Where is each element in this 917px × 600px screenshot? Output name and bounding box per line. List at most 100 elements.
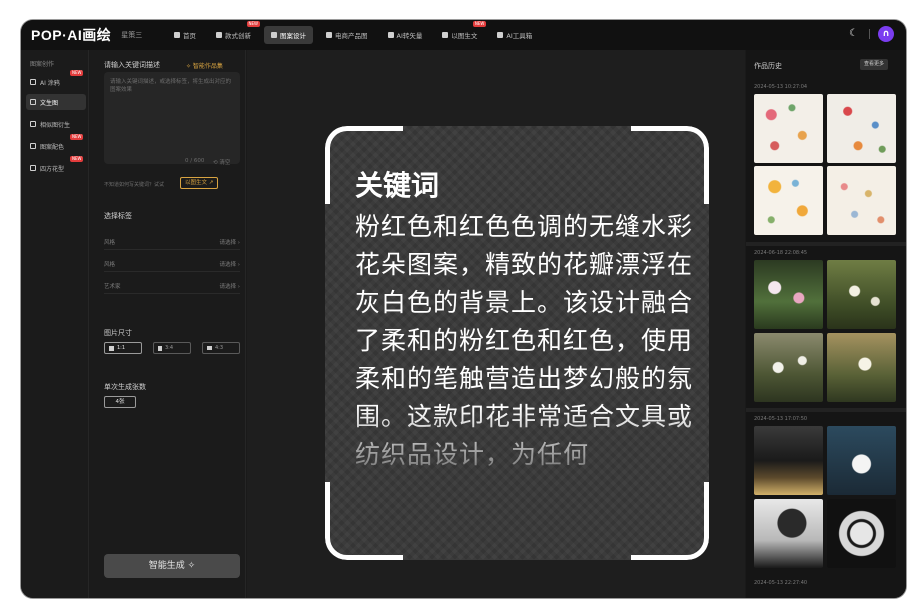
history-date: 2024-05-13 17:07:50 [754, 416, 808, 422]
group-divider [746, 408, 906, 412]
tag-row-value: 请选择 › [219, 283, 240, 290]
tag-row-value: 请选择 › [219, 261, 240, 268]
top-navigation-bar: POP·AI画绘 星策三 首页 款式创新 NEW 图案设计 电商产品图 AI转矢… [21, 20, 906, 50]
size-option-3-4[interactable]: 3:4 [153, 342, 191, 354]
headset-icon: ∩ [882, 29, 890, 39]
new-badge: NEW [246, 21, 260, 27]
size-option-1-1[interactable]: 1:1 [104, 342, 142, 354]
history-thumbnail[interactable] [754, 94, 823, 163]
image-to-text-button[interactable]: 以图生文 ↗ [180, 177, 219, 189]
history-thumbnail[interactable] [754, 260, 823, 329]
new-badge: NEW [70, 70, 84, 76]
grid-icon [30, 165, 36, 171]
app-window: POP·AI画绘 星策三 首页 款式创新 NEW 图案设计 电商产品图 AI转矢… [21, 20, 906, 598]
nav-item-home[interactable]: 首页 [167, 26, 203, 44]
nav-item-pattern-design[interactable]: 图案设计 [264, 26, 313, 44]
nav-item-toolbox[interactable]: AI工具箱 [490, 26, 539, 44]
avatar[interactable]: ∩ [878, 26, 894, 42]
history-thumbnail[interactable] [827, 333, 896, 402]
square-icon [109, 345, 114, 351]
toolbox-icon [497, 32, 504, 38]
prompt-hint: 不知道如何写关键词？试试 [104, 182, 165, 188]
image-icon [442, 32, 449, 38]
sidebar-item-label: 相似图衍生 [40, 121, 71, 129]
history-thumbnail[interactable] [827, 260, 896, 329]
history-panel: 作品历史 查看更多 2024-05-13 10:27:04 2024-06-18… [746, 50, 906, 598]
top-right-actions: ☾ ∩ [849, 26, 894, 42]
generate-button[interactable]: 智能生成 ✧ [104, 554, 240, 578]
landscape-icon [207, 346, 212, 350]
nav-item-image-to-text[interactable]: 以图生文 NEW [435, 21, 487, 44]
logo[interactable]: POP·AI画绘 [31, 25, 111, 45]
sidebar-item-label: 四方花型 [40, 165, 65, 173]
history-thumbnail[interactable] [827, 426, 896, 495]
tags-label: 选择标签 [104, 212, 132, 220]
history-thumbnail[interactable] [754, 426, 823, 495]
sidebar-item-square-pattern[interactable]: 四方花型 NEW [26, 156, 86, 176]
bag-icon [326, 32, 332, 38]
portrait-icon [158, 345, 162, 351]
tag-row-style[interactable]: 风格 请选择 › [104, 234, 240, 250]
clear-button[interactable]: ⟲ 清空 [213, 158, 230, 166]
history-thumbnail[interactable] [827, 166, 896, 235]
keyword-text: 粉红色和红色色调的无缝水彩花朵图案，精致的花瓣漂浮在灰白色的背景上。该设计融合了… [355, 212, 694, 469]
sidebar-item-label: 文生图 [40, 99, 59, 107]
palette-icon [30, 143, 36, 149]
history-date: 2024-06-18 22:08:45 [754, 250, 808, 256]
keyword-card: 关键词 粉红色和红色色调的无缝水彩花朵图案，精致的花瓣漂浮在灰白色的背景上。该设… [325, 126, 709, 560]
history-thumbnail[interactable] [827, 499, 896, 568]
sparkle-icon [30, 79, 36, 85]
nav-label: 首页 [183, 32, 196, 40]
nav-label: AI转矢量 [396, 32, 423, 40]
pattern-icon [271, 32, 277, 38]
nav-item-ecommerce[interactable]: 电商产品图 [319, 26, 375, 44]
count-label: 单次生成张数 [104, 383, 146, 391]
tag-row-artist[interactable]: 艺术家 请选择 › [104, 278, 240, 294]
shirt-icon [216, 32, 222, 38]
size-option-label: 1:1 [117, 345, 126, 351]
nav-label: 电商产品图 [335, 32, 368, 40]
prompt-input[interactable]: 请输入关键词描述，或选择标签，将生成出对应的图案效果 [104, 72, 240, 164]
group-divider [746, 242, 906, 246]
prompt-label: 请输入关键词描述 [104, 61, 160, 69]
nav-label: 以图生文 [451, 32, 478, 40]
home-icon [174, 32, 180, 38]
view-more-button[interactable]: 查看更多 [860, 59, 889, 70]
new-badge: NEW [70, 134, 84, 140]
count-option-4[interactable]: 4张 [104, 396, 136, 408]
tool-sidebar: 图案创作 AI 涂鸦 NEW 文生图 相似图衍生 图案配色 NEW 四方花型 N… [21, 50, 89, 598]
tag-row-label: 风格 [104, 261, 116, 268]
new-badge: NEW [472, 21, 487, 27]
size-option-label: 3:4 [165, 345, 174, 351]
history-thumbnail[interactable] [754, 333, 823, 402]
history-thumbnail[interactable] [754, 166, 823, 235]
preview-canvas: 关键词 粉红色和红色色调的无缝水彩花朵图案，精致的花瓣漂浮在灰白色的背景上。该设… [247, 50, 745, 598]
image-icon [30, 99, 36, 105]
tag-row-style-2[interactable]: 风格 请选择 › [104, 256, 240, 272]
size-option-4-3[interactable]: 4:3 [202, 342, 240, 354]
nav-label: 款式创新 [225, 32, 251, 40]
nav-item-style-innovation[interactable]: 款式创新 NEW [209, 21, 260, 44]
history-date: 2024-05-13 22:27:40 [754, 580, 808, 586]
theme-toggle-icon[interactable]: ☾ [849, 29, 861, 39]
keyword-title: 关键词 [355, 169, 440, 202]
sidebar-item-text-to-image[interactable]: 文生图 [26, 94, 86, 110]
vector-icon [387, 32, 394, 38]
history-date: 2024-05-13 10:27:04 [754, 84, 808, 90]
main-nav: 首页 款式创新 NEW 图案设计 电商产品图 AI转矢量 以图生文 NEW AI… [167, 20, 545, 50]
sidebar-item-label: AI 涂鸦 [40, 79, 60, 87]
prompt-panel: 请输入关键词描述 ✧ 智能作品集 请输入关键词描述，或选择标签，将生成出对应的图… [90, 50, 246, 598]
history-thumbnail[interactable] [754, 499, 823, 568]
sidebar-item-label: 图案配色 [40, 143, 65, 151]
divider [869, 29, 870, 39]
sidebar-item-similar-image[interactable]: 相似图衍生 [26, 116, 86, 132]
nav-item-vectorize[interactable]: AI转矢量 [381, 26, 430, 44]
sidebar-item-pattern-color[interactable]: 图案配色 NEW [26, 134, 86, 154]
sidebar-item-ai-doodle[interactable]: AI 涂鸦 NEW [26, 70, 86, 90]
smart-collection-link[interactable]: ✧ 智能作品集 [186, 61, 223, 70]
workspace-name: 星策三 [121, 31, 143, 39]
tag-row-value: 请选择 › [219, 239, 240, 246]
copy-icon [30, 121, 36, 127]
nav-label: 图案设计 [280, 32, 306, 40]
history-thumbnail[interactable] [827, 94, 896, 163]
